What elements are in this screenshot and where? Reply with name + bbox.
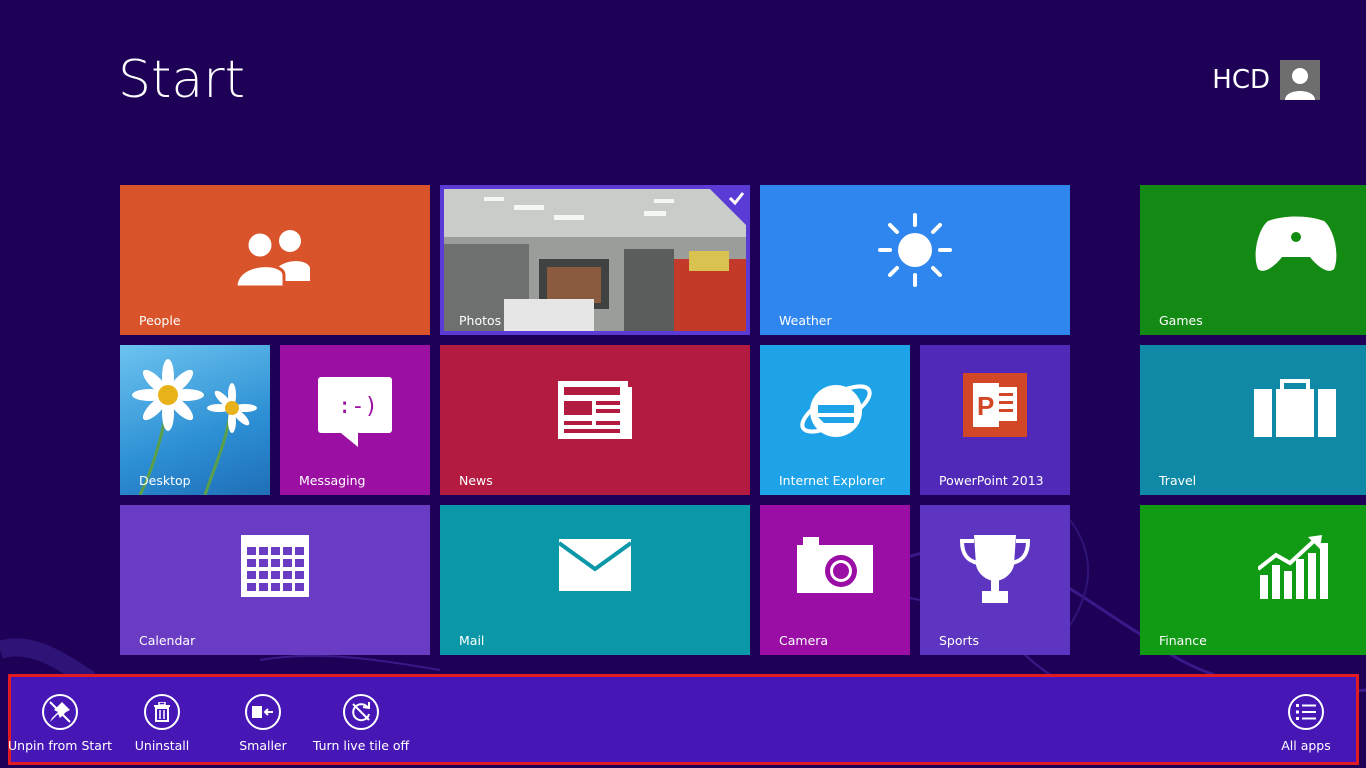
envelope-icon [559, 539, 631, 591]
resize-smaller-icon [245, 694, 281, 730]
command-label: All apps [1281, 738, 1331, 753]
tile-people[interactable]: People [120, 185, 430, 335]
tile-internet-explorer[interactable]: Internet Explorer [760, 345, 910, 495]
tile-calendar[interactable]: Calendar [120, 505, 430, 655]
tile-mail[interactable]: Mail [440, 505, 750, 655]
uninstall-button[interactable]: Uninstall [126, 677, 198, 762]
tile-label: Photos [459, 313, 502, 328]
user-account[interactable]: HCD [1212, 60, 1320, 100]
finance-chart-icon [1258, 535, 1328, 599]
command-label: Smaller [239, 738, 287, 753]
message-bubble-icon: :-) [318, 377, 392, 447]
trophy-icon [960, 535, 1030, 603]
tile-camera[interactable]: Camera [760, 505, 910, 655]
tile-sports[interactable]: Sports [920, 505, 1070, 655]
user-name: HCD [1212, 65, 1270, 95]
selected-check-icon [710, 189, 746, 225]
suitcase-icon [1254, 379, 1336, 437]
command-label: Uninstall [134, 738, 190, 753]
tile-weather[interactable]: Weather [760, 185, 1070, 335]
command-label: Unpin from Start [8, 738, 112, 753]
tile-label: Camera [779, 633, 829, 648]
tile-label: Weather [779, 313, 832, 328]
turn-live-tile-off-button[interactable]: Turn live tile off [312, 677, 410, 762]
tile-label: People [139, 313, 181, 328]
tile-label: Sports [939, 633, 980, 648]
tile-messaging[interactable]: :-) Messaging [280, 345, 430, 495]
unpin-icon [42, 694, 78, 730]
tile-label: News [459, 473, 493, 488]
avatar [1280, 60, 1320, 100]
user-icon [1285, 68, 1315, 100]
unpin-from-start-button[interactable]: Unpin from Start [8, 677, 112, 762]
svg-text::-): :-) [338, 394, 378, 419]
tile-powerpoint[interactable]: P PowerPoint 2013 [920, 345, 1070, 495]
tile-label: Finance [1159, 633, 1207, 648]
tile-news[interactable]: News [440, 345, 750, 495]
newspaper-icon [558, 380, 632, 439]
tile-label: Messaging [299, 473, 366, 488]
internet-explorer-icon [800, 384, 872, 437]
tile-label: Desktop [139, 473, 191, 488]
calendar-icon [241, 535, 309, 597]
page-title: Start [118, 50, 246, 110]
photo-thumbnail [444, 189, 746, 331]
app-bar: Unpin from Start Uninstall Smaller Turn … [8, 674, 1359, 765]
tile-label: Mail [459, 633, 485, 648]
controller-icon [1255, 216, 1337, 271]
trash-icon [144, 694, 180, 730]
tile-photos[interactable]: Photos [440, 185, 750, 335]
people-icon [234, 230, 310, 289]
tile-label: Travel [1159, 473, 1197, 488]
tile-finance[interactable]: Finance [1140, 505, 1366, 655]
svg-text:P: P [977, 391, 994, 421]
live-tile-off-icon [343, 694, 379, 730]
tile-travel[interactable]: Travel [1140, 345, 1366, 495]
sun-icon [878, 212, 952, 287]
tile-label: PowerPoint 2013 [939, 473, 1044, 488]
list-icon [1288, 694, 1324, 730]
powerpoint-icon: P [963, 373, 1027, 437]
command-label: Turn live tile off [312, 738, 410, 753]
camera-icon [797, 537, 873, 593]
tile-label: Calendar [139, 633, 196, 648]
tile-label: Internet Explorer [779, 473, 885, 488]
tile-games[interactable]: Games [1140, 185, 1366, 335]
smaller-button[interactable]: Smaller [227, 677, 299, 762]
tile-label: Games [1159, 313, 1203, 328]
all-apps-button[interactable]: All apps [1271, 677, 1341, 762]
tile-desktop[interactable]: Desktop [120, 345, 270, 495]
